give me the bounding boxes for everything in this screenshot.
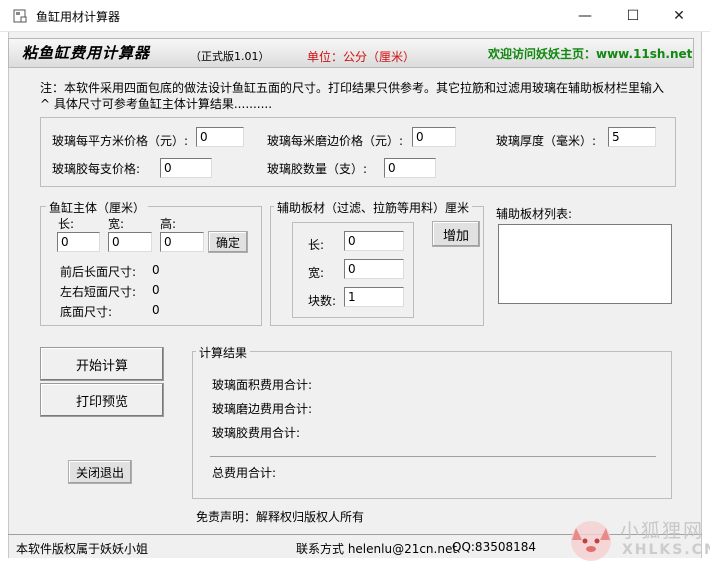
length-input[interactable] bbox=[57, 232, 100, 252]
total-cost-label: 总费用合计: bbox=[212, 466, 277, 480]
minimize-button[interactable]: — bbox=[562, 0, 608, 32]
height-input[interactable] bbox=[160, 232, 204, 252]
area-cost-label: 玻璃面积费用合计: bbox=[212, 378, 313, 392]
print-preview-button[interactable]: 打印预览 bbox=[40, 383, 164, 417]
note-line-1: 注：本软件采用四面包底的做法设计鱼缸五面的尺寸。打印结果只供参考。其它拉筋和过滤… bbox=[40, 81, 665, 95]
front-back-value: 0 bbox=[152, 263, 160, 277]
add-button[interactable]: 增加 bbox=[432, 221, 480, 247]
note-line-2: ^ 具体尺寸可参考鱼缸主体计算结果.......... bbox=[40, 97, 273, 111]
front-back-label: 前后长面尺寸: bbox=[60, 265, 137, 279]
edge-price-input[interactable] bbox=[412, 127, 456, 147]
watermark-logo: 小狐狸网 XHLKS.CN bbox=[566, 512, 710, 566]
aux-width-input[interactable] bbox=[344, 259, 404, 279]
aux-count-label: 块数: bbox=[308, 294, 337, 308]
bottom-value: 0 bbox=[152, 303, 160, 317]
aux-length-label: 长: bbox=[308, 238, 325, 252]
close-button[interactable]: ✕ bbox=[656, 0, 702, 32]
aux-width-label: 宽: bbox=[308, 266, 325, 280]
aux-list-box[interactable] bbox=[498, 224, 672, 304]
length-label: 长: bbox=[58, 217, 75, 231]
glue-count-label: 玻璃胶数量（支）: bbox=[267, 162, 368, 176]
height-label: 高: bbox=[160, 217, 177, 231]
aux-length-input[interactable] bbox=[344, 231, 404, 251]
main-body-title: 鱼缸主体（厘米） bbox=[46, 199, 149, 216]
qq-label: QQ:83508184 bbox=[452, 540, 537, 554]
aux-title: 辅助板材（过滤、拉筋等用料）厘米 bbox=[274, 199, 473, 216]
left-right-label: 左右短面尺寸: bbox=[60, 285, 137, 299]
copyright-label: 本软件版权属于妖妖小姐 bbox=[16, 542, 149, 556]
sqm-price-label: 玻璃每平方米价格（元）: bbox=[52, 134, 189, 148]
results-divider bbox=[210, 456, 656, 457]
app-icon bbox=[12, 8, 28, 24]
maximize-button[interactable]: ☐ bbox=[610, 0, 656, 32]
aux-count-input[interactable] bbox=[344, 287, 404, 307]
calculator-title: 粘鱼缸费用计算器 bbox=[22, 44, 151, 62]
bottom-label: 底面尺寸: bbox=[60, 305, 113, 319]
aux-list-label: 辅助板材列表: bbox=[496, 207, 573, 221]
thickness-input[interactable] bbox=[608, 127, 656, 147]
watermark-cn: 小狐狸网 bbox=[620, 520, 705, 542]
start-calc-button[interactable]: 开始计算 bbox=[40, 347, 164, 381]
disclaimer: 免责声明：解释权归版权人所有 bbox=[196, 510, 365, 524]
version-label: （正式版1.01） bbox=[190, 50, 270, 63]
fox-icon bbox=[571, 521, 611, 561]
width-label: 宽: bbox=[108, 217, 125, 231]
unit-label: 单位：公分（厘米） bbox=[307, 50, 416, 64]
glue-price-label: 玻璃胶每支价格: bbox=[52, 162, 141, 176]
glue-cost-label: 玻璃胶费用合计: bbox=[212, 426, 301, 440]
thickness-label: 玻璃厚度（毫米）: bbox=[496, 134, 597, 148]
glue-count-input[interactable] bbox=[384, 158, 436, 178]
edge-price-label: 玻璃每米磨边价格（元）: bbox=[267, 134, 404, 148]
watermark-en: XHLKS.CN bbox=[622, 542, 710, 558]
glue-price-input[interactable] bbox=[160, 158, 212, 178]
sqm-price-input[interactable] bbox=[196, 127, 244, 147]
left-right-value: 0 bbox=[152, 283, 160, 297]
confirm-button[interactable]: 确定 bbox=[208, 231, 248, 253]
exit-button[interactable]: 关闭退出 bbox=[68, 460, 132, 484]
width-input[interactable] bbox=[108, 232, 152, 252]
welcome-link[interactable]: 欢迎访问妖妖主页：www.11sh.net bbox=[488, 45, 692, 62]
results-title: 计算结果 bbox=[196, 344, 251, 361]
contact-label: 联系方式 helenlu@21cn.net bbox=[296, 542, 458, 556]
edge-cost-label: 玻璃磨边费用合计: bbox=[212, 402, 313, 416]
window-title: 鱼缸用材计算器 bbox=[36, 10, 121, 24]
